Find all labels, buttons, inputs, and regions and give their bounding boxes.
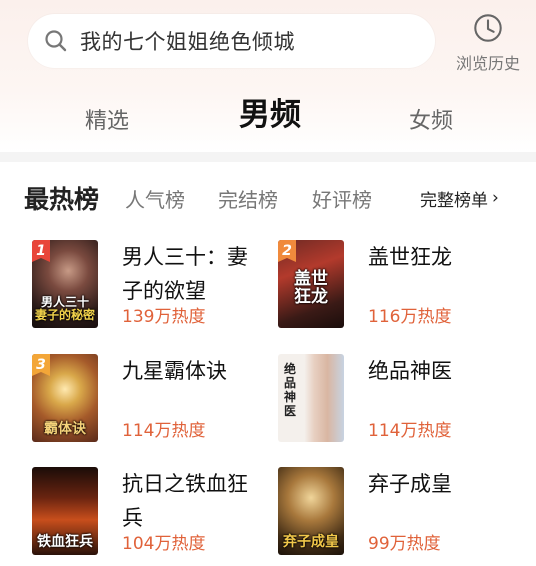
book-heat: 104万热度 [122, 534, 206, 554]
tab-female[interactable]: 女频 [386, 94, 476, 144]
book-title: 九星霸体诀 [122, 359, 227, 383]
cover-title-art: 弃子成皇 [283, 534, 339, 550]
cover-title-art: 男人三十 妻子的秘密 [34, 295, 95, 322]
book-heat: 99万热度 [368, 534, 441, 554]
search-input[interactable] [80, 29, 400, 53]
clock-icon [474, 14, 502, 42]
history-button[interactable]: 浏览历史 [448, 12, 528, 74]
book-title: 弃子成皇 [368, 472, 452, 496]
book-item[interactable]: 1 男人三十 妻子的秘密 男人三十：妻子的欲望 139万热度 [32, 240, 272, 330]
full-list-label: 完整榜单 [420, 190, 488, 211]
book-cover[interactable]: 铁血狂兵 [32, 467, 98, 555]
book-cover[interactable]: 3 霸体诀 [32, 354, 98, 442]
book-heat: 139万热度 [122, 307, 206, 327]
full-list-link[interactable]: 完整榜单 › [420, 176, 499, 220]
book-title: 抗日之铁血狂兵 [122, 472, 248, 530]
book-heat: 114万热度 [122, 421, 206, 441]
book-title: 绝品神医 [368, 359, 452, 383]
book-heat: 116万热度 [368, 307, 452, 327]
cover-title-art: 铁血狂兵 [37, 534, 93, 550]
cover-title-art: 盖世 狂龙 [294, 269, 328, 307]
book-item[interactable]: 3 霸体诀 九星霸体诀 114万热度 [32, 354, 272, 444]
rank-tab-rated[interactable]: 好评榜 [312, 176, 372, 220]
rank-tab-popular[interactable]: 人气榜 [125, 176, 185, 220]
book-item[interactable]: 铁血狂兵 抗日之铁血狂兵 104万热度 [32, 467, 272, 557]
book-cover[interactable]: 1 男人三十 妻子的秘密 [32, 240, 98, 328]
tab-featured[interactable]: 精选 [62, 94, 152, 144]
history-label: 浏览历史 [455, 54, 520, 73]
tab-male[interactable]: 男频 [220, 86, 320, 136]
cover-title-art: 霸体诀 [44, 421, 86, 437]
rank-tab-completed[interactable]: 完结榜 [218, 176, 278, 220]
channel-tabs: 精选 男频 女频 [0, 86, 536, 136]
book-title: 男人三十：妻子的欲望 [122, 245, 248, 303]
section-divider [0, 152, 536, 162]
book-cover[interactable]: 绝品神医 [278, 354, 344, 442]
book-cover[interactable]: 弃子成皇 [278, 467, 344, 555]
book-cover[interactable]: 2 盖世 狂龙 [278, 240, 344, 328]
book-item[interactable]: 绝品神医 绝品神医 114万热度 [278, 354, 518, 444]
cover-title-art: 绝品神医 [283, 362, 296, 418]
search-icon [45, 30, 67, 52]
rank-tab-hot[interactable]: 最热榜 [24, 176, 99, 220]
book-title: 盖世狂龙 [368, 245, 452, 269]
search-bar[interactable] [28, 14, 435, 68]
book-item[interactable]: 弃子成皇 弃子成皇 99万热度 [278, 467, 518, 557]
rank-tabs: 最热榜 人气榜 完结榜 好评榜 完整榜单 › [0, 176, 536, 220]
book-heat: 114万热度 [368, 421, 452, 441]
book-item[interactable]: 2 盖世 狂龙 盖世狂龙 116万热度 [278, 240, 518, 330]
chevron-right-icon: › [492, 188, 499, 208]
